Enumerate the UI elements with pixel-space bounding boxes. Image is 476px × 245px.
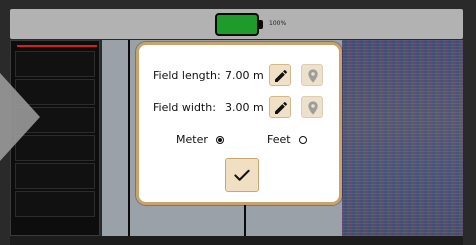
unit-selector: Meter Feet — [139, 133, 339, 149]
location-pin-icon — [308, 101, 318, 115]
chevron-left-icon[interactable] — [0, 73, 40, 161]
unit-feet-radio[interactable] — [299, 136, 307, 144]
field-width-value: 3.00 m — [225, 101, 264, 114]
battery-icon — [215, 13, 259, 36]
pencil-icon — [275, 69, 288, 82]
selection-indicator — [17, 45, 97, 47]
confirm-button[interactable] — [225, 158, 259, 192]
location-pin-icon — [308, 69, 318, 83]
field-length-label: Field length: — [153, 69, 221, 82]
edit-field-width-button[interactable] — [269, 96, 291, 118]
radar-heatmap — [342, 40, 463, 236]
battery-tip — [259, 20, 263, 29]
unit-feet-label[interactable]: Feet — [267, 133, 291, 146]
battery-percent: 100% — [269, 20, 287, 27]
field-length-row: Field length: 7.00 m — [139, 64, 339, 88]
unit-meter-radio[interactable] — [216, 136, 224, 144]
bottom-scale-bar — [10, 236, 463, 245]
list-slot[interactable] — [15, 191, 95, 217]
field-size-dialog: Field length: 7.00 m Field width: 3.00 m — [136, 42, 342, 205]
app-screen: 100% Field length: 7.00 m Field width: 3… — [0, 0, 476, 245]
checkmark-icon — [234, 169, 250, 181]
field-length-value: 7.00 m — [225, 69, 264, 82]
list-slot[interactable] — [15, 163, 95, 189]
gps-field-length-button[interactable] — [301, 64, 323, 86]
field-width-row: Field width: 3.00 m — [139, 96, 339, 120]
unit-meter-label[interactable]: Meter — [176, 133, 208, 146]
grid-line — [128, 40, 130, 236]
gps-field-width-button[interactable] — [301, 96, 323, 118]
edit-field-length-button[interactable] — [269, 64, 291, 86]
status-bar: 100% — [10, 9, 463, 39]
pencil-icon — [275, 101, 288, 114]
field-width-label: Field width: — [153, 101, 216, 114]
